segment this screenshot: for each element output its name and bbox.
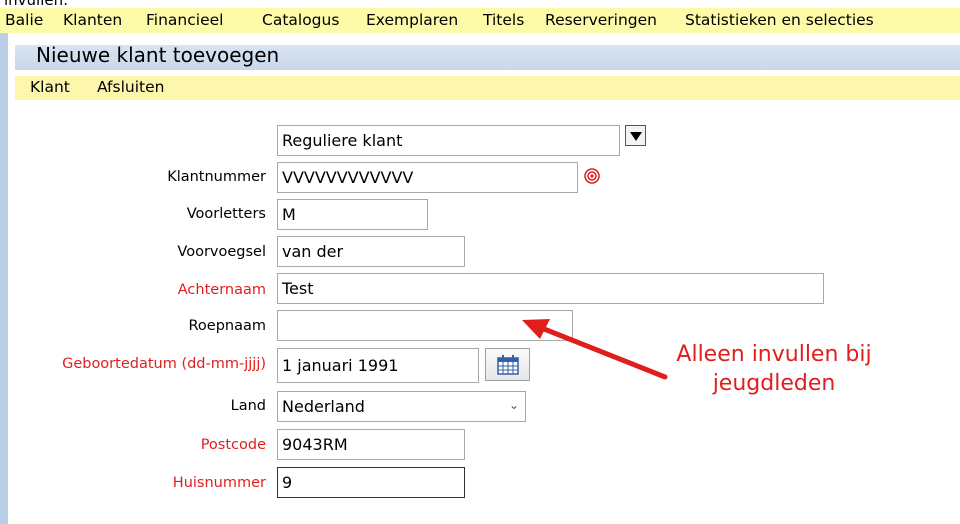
postcode-input[interactable]: 9043RM [277,429,465,460]
achternaam-label: Achternaam [177,282,266,298]
menu-item-titels[interactable]: Titels [483,11,524,29]
clipped-heading: invullen: [0,0,960,8]
menu-item-catalogus[interactable]: Catalogus [262,11,339,29]
klantnummer-label: Klantnummer [167,169,266,185]
land-label: Land [230,398,266,414]
menu-item-exemplaren[interactable]: Exemplaren [366,11,458,29]
annotation-note: Alleen invullen bij jeugdleden [644,340,904,398]
main-menu-bar: Balie Klanten Financieel Catalogus Exemp… [0,8,960,33]
postcode-label: Postcode [200,437,266,453]
menu-item-balie[interactable]: Balie [5,11,43,29]
toolbar-item-afsluiten[interactable]: Afsluiten [97,78,164,96]
roepnaam-label: Roepnaam [188,318,266,334]
menu-item-klanten[interactable]: Klanten [63,11,122,29]
voorletters-input[interactable]: M [277,199,428,230]
menu-item-reserveringen[interactable]: Reserveringen [545,11,657,29]
annotation-line-1: Alleen invullen bij [676,342,872,367]
klantnummer-input[interactable]: VVVVVVVVVVVV [277,162,578,193]
annotation-line-2: jeugdleden [712,371,836,396]
toolbar-item-klant[interactable]: Klant [30,78,70,96]
land-select[interactable]: Nederland ⌄ [277,391,526,422]
calendar-icon [497,355,519,375]
window-toolbar: Klant Afsluiten [15,76,960,100]
geboortedatum-label: Geboortedatum (dd-mm-jjjj) [62,356,266,372]
customer-type-dropdown-button[interactable] [625,125,646,146]
land-selected-value: Nederland [282,397,365,416]
window-title: Nieuwe klant toevoegen [36,43,280,67]
menu-item-financieel[interactable]: Financieel [146,11,223,29]
huisnummer-input[interactable]: 9 [277,467,465,498]
chevron-down-icon: ⌄ [508,398,519,412]
voorvoegsel-input[interactable]: van der [277,236,465,267]
customer-type-field[interactable]: Reguliere klant [277,125,620,156]
target-icon[interactable] [584,168,600,184]
window-titlebar: Nieuwe klant toevoegen [15,43,960,70]
geboortedatum-input[interactable]: 1 januari 1991 [277,348,479,383]
voorvoegsel-label: Voorvoegsel [177,244,266,260]
achternaam-input[interactable]: Test [277,273,824,304]
voorletters-label: Voorletters [186,206,266,222]
menu-item-statistieken[interactable]: Statistieken en selecties [685,11,874,29]
huisnummer-label: Huisnummer [172,475,266,491]
